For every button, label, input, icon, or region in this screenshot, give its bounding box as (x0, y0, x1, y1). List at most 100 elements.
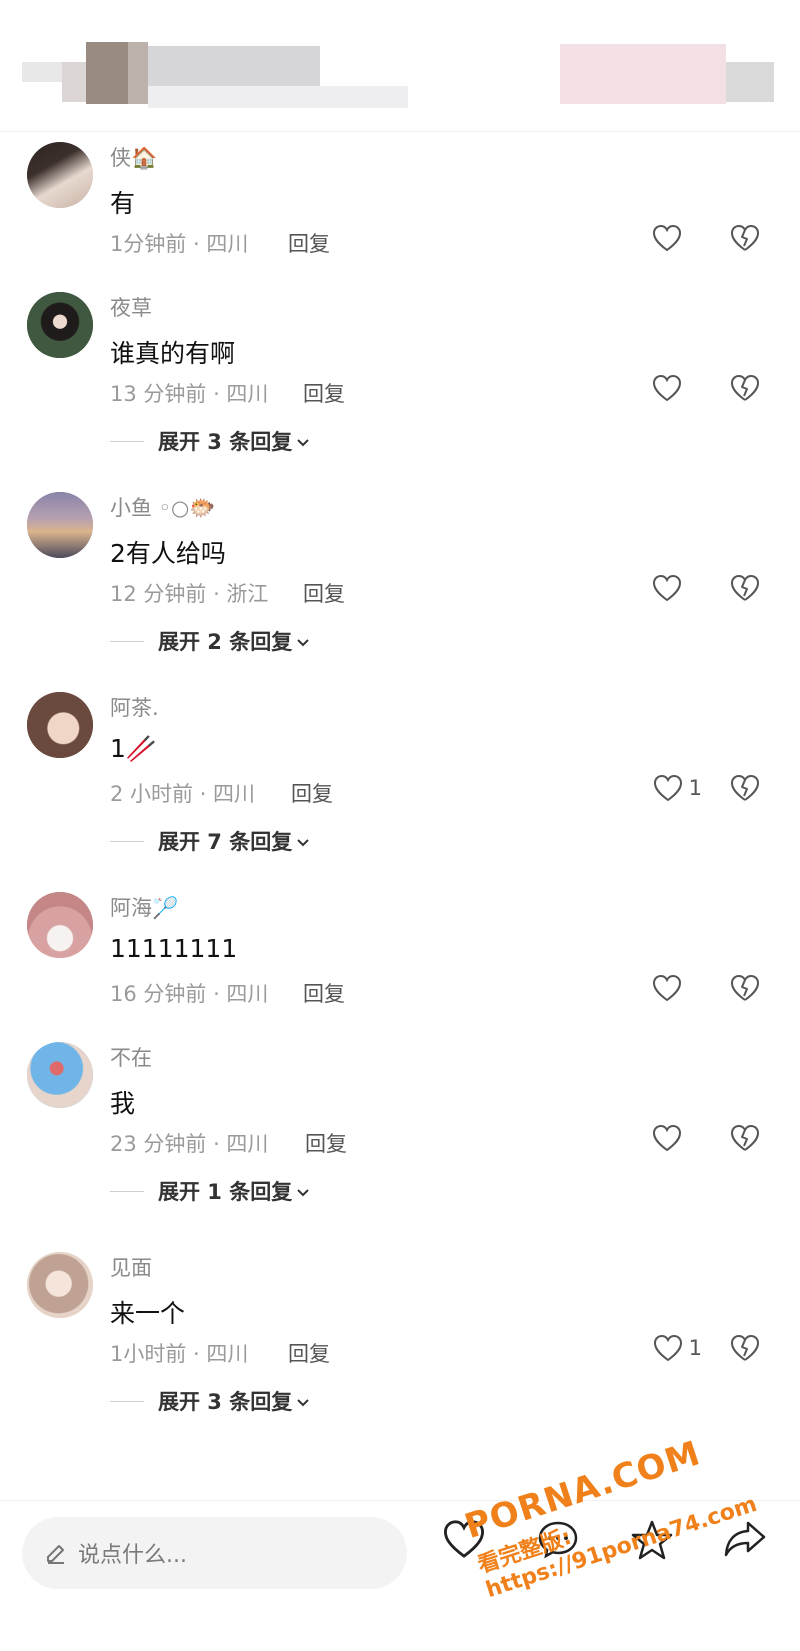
expand-replies-button[interactable]: 展开 7 条回复 (110, 826, 310, 856)
like-button[interactable] (652, 974, 688, 1002)
heart-icon (652, 974, 682, 1002)
comment-author[interactable]: 不在 (110, 1042, 152, 1072)
reply-button[interactable]: 回复 (303, 978, 345, 1008)
blurred-header (22, 62, 62, 82)
avatar[interactable] (27, 1042, 93, 1108)
expand-replies-label: 展开 1 条回复 (158, 1180, 293, 1204)
comment-text: 谁真的有啊 (110, 339, 236, 368)
comment-author[interactable]: 阿茶. (110, 692, 159, 722)
reply-button[interactable]: 回复 (288, 228, 330, 258)
broken-heart-icon (731, 575, 759, 601)
comment-input-placeholder: 说点什么... (78, 1543, 187, 1568)
avatar[interactable] (27, 492, 93, 558)
comment-item: 阿茶. 1🥢 2 小时前 · 四川 回复 1 展开 7 条回复 (0, 682, 800, 882)
bottom-bar: 说点什么... PORNA.COM 看完整版: https://91porna7… (0, 1433, 800, 1651)
comment-list: 侠🏠 有 1分钟前 · 四川 回复 夜草 谁真的有啊 13 分钟前 · 四川 回… (0, 132, 800, 1442)
like-button[interactable]: 1 (653, 1334, 702, 1362)
broken-heart-icon (731, 1125, 759, 1151)
like-button[interactable] (652, 574, 688, 602)
reply-button[interactable]: 回复 (303, 378, 345, 408)
chevron-down-icon (296, 1389, 310, 1413)
comment-author[interactable]: 阿海🏸 (110, 892, 178, 922)
like-button[interactable] (652, 374, 688, 402)
comment-text: 1🥢 (110, 734, 158, 763)
comment-meta: 1分钟前 · 四川 (110, 232, 249, 256)
heart-icon (652, 1124, 682, 1152)
like-button[interactable] (652, 224, 688, 252)
blurred-header (86, 42, 128, 104)
broken-heart-icon (731, 975, 759, 1001)
broken-heart-icon (731, 1335, 759, 1361)
comment-author[interactable]: 小鱼 ◦○🐡 (110, 492, 216, 522)
comment-item: 阿海🏸 11111111 16 分钟前 · 四川 回复 (0, 882, 800, 1032)
avatar[interactable] (27, 1252, 93, 1318)
expand-replies-label: 展开 3 条回复 (158, 1390, 293, 1414)
divider (110, 840, 144, 842)
chevron-down-icon (296, 1179, 310, 1203)
comment-icon[interactable] (536, 1519, 580, 1559)
reply-button[interactable]: 回复 (291, 778, 333, 808)
heart-icon (652, 224, 682, 252)
chevron-down-icon (296, 429, 310, 453)
comment-meta: 1小时前 · 四川 (110, 1342, 249, 1366)
blurred-header (148, 86, 408, 108)
comment-text: 11111111 (110, 934, 238, 963)
avatar[interactable] (27, 892, 93, 958)
like-count: 1 (688, 1336, 702, 1360)
dislike-button[interactable] (730, 774, 760, 806)
reply-button[interactable]: 回复 (288, 1338, 330, 1368)
star-icon[interactable] (630, 1519, 674, 1561)
comment-meta: 23 分钟前 · 四川 (110, 1132, 269, 1156)
comment-item: 夜草 谁真的有啊 13 分钟前 · 四川 回复 展开 3 条回复 (0, 282, 800, 482)
avatar[interactable] (27, 692, 93, 758)
dislike-button[interactable] (730, 1124, 760, 1156)
comment-text: 有 (110, 189, 136, 218)
dislike-button[interactable] (730, 1334, 760, 1366)
comment-author[interactable]: 见面 (110, 1252, 152, 1282)
heart-icon[interactable] (442, 1519, 486, 1559)
comment-item: 不在 我 23 分钟前 · 四川 回复 展开 1 条回复 (0, 1032, 800, 1242)
divider (110, 440, 144, 442)
pencil-icon (47, 1545, 64, 1564)
chevron-down-icon (296, 829, 310, 853)
expand-replies-button[interactable]: 展开 3 条回复 (110, 426, 310, 456)
dislike-button[interactable] (730, 374, 760, 406)
comment-item: 侠🏠 有 1分钟前 · 四川 回复 (0, 132, 800, 282)
divider (110, 640, 144, 642)
divider (110, 1400, 144, 1402)
divider (110, 1190, 144, 1192)
like-button[interactable] (652, 1124, 688, 1152)
expand-replies-button[interactable]: 展开 1 条回复 (110, 1176, 310, 1206)
heart-icon (652, 574, 682, 602)
reply-button[interactable]: 回复 (303, 578, 345, 608)
expand-replies-label: 展开 3 条回复 (158, 430, 293, 454)
heart-icon (652, 374, 682, 402)
avatar[interactable] (27, 292, 93, 358)
avatar[interactable] (27, 142, 93, 208)
dislike-button[interactable] (730, 224, 760, 256)
broken-heart-icon (731, 225, 759, 251)
comment-input[interactable]: 说点什么... (22, 1517, 407, 1589)
like-button[interactable]: 1 (653, 774, 702, 802)
broken-heart-icon (731, 775, 759, 801)
blurred-header (726, 62, 774, 102)
expand-replies-label: 展开 2 条回复 (158, 630, 293, 654)
heart-icon (653, 1334, 682, 1362)
reply-button[interactable]: 回复 (305, 1128, 347, 1158)
blurred-header (148, 46, 320, 86)
expand-replies-button[interactable]: 展开 2 条回复 (110, 626, 310, 656)
chevron-down-icon (296, 629, 310, 653)
comment-meta: 13 分钟前 · 四川 (110, 382, 269, 406)
dislike-button[interactable] (730, 574, 760, 606)
comment-author[interactable]: 夜草 (110, 292, 152, 322)
header (0, 0, 800, 132)
comment-author[interactable]: 侠🏠 (110, 142, 157, 172)
comment-meta: 2 小时前 · 四川 (110, 782, 256, 806)
comment-item: 小鱼 ◦○🐡 2有人给吗 12 分钟前 · 浙江 回复 展开 2 条回复 (0, 482, 800, 682)
dislike-button[interactable] (730, 974, 760, 1006)
broken-heart-icon (731, 375, 759, 401)
share-icon[interactable] (722, 1519, 768, 1559)
expand-replies-label: 展开 7 条回复 (158, 830, 293, 854)
expand-replies-button[interactable]: 展开 3 条回复 (110, 1386, 310, 1416)
comment-meta: 12 分钟前 · 浙江 (110, 582, 269, 606)
